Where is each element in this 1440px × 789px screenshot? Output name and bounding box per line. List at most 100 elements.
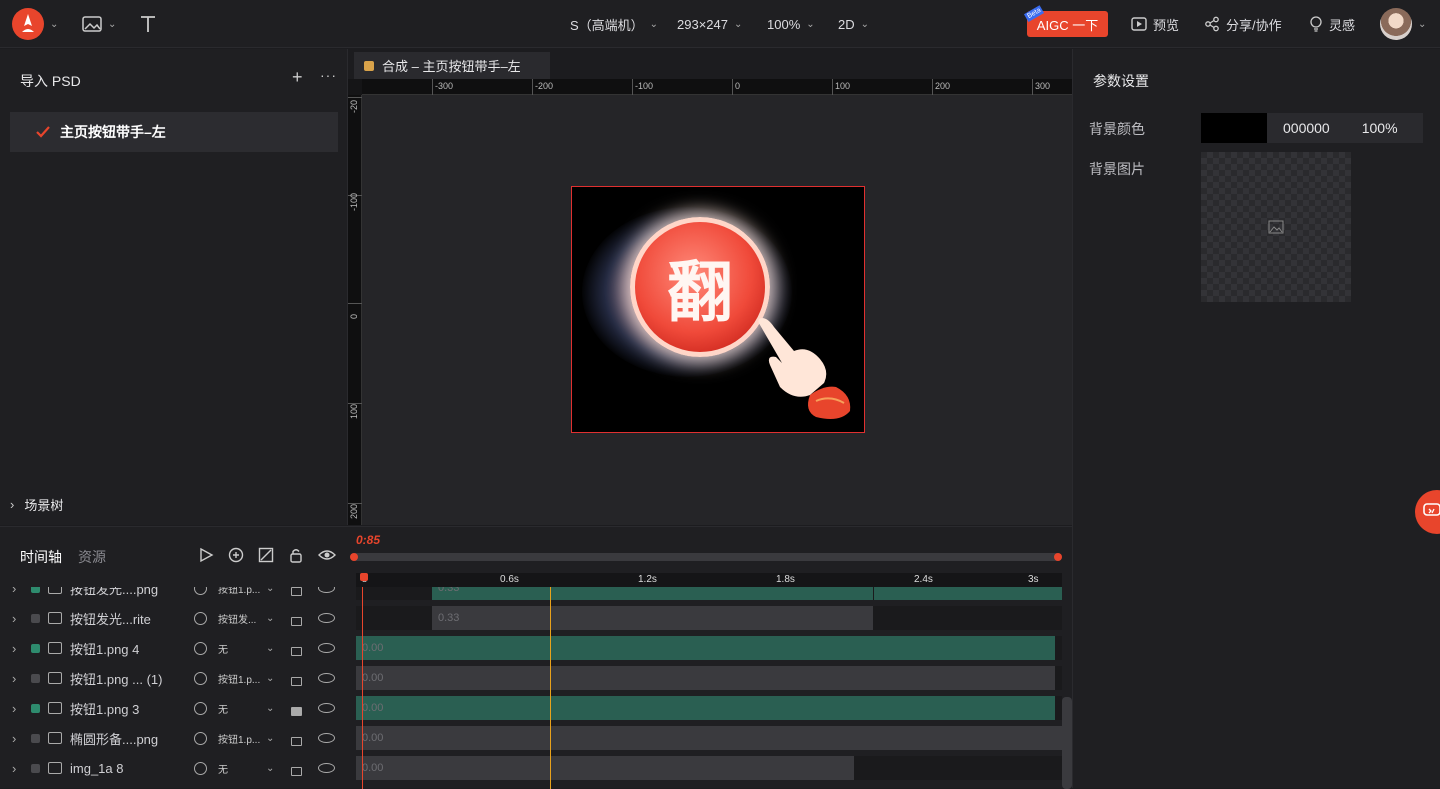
share-button[interactable]: 分享/协作 xyxy=(1204,0,1282,48)
layer-name[interactable]: 按钮发光....png xyxy=(70,587,190,598)
inspire-button[interactable]: 灵感 xyxy=(1309,0,1355,48)
layer-name[interactable]: 按钮发光...rite xyxy=(70,609,190,628)
lock-icon[interactable] xyxy=(291,737,302,746)
logo-menu[interactable]: ⌄ xyxy=(12,0,58,48)
scrubber-end-handle[interactable] xyxy=(1054,553,1062,561)
blend-select[interactable]: 按钮1.p... xyxy=(218,671,268,686)
layer-name[interactable]: img_1a 8 xyxy=(70,761,190,776)
playhead-line[interactable] xyxy=(550,587,551,789)
chevron-down-icon[interactable]: ⌄ xyxy=(266,587,274,594)
track-clip[interactable]: 0.33 xyxy=(432,606,873,630)
blend-select[interactable]: 无 xyxy=(218,761,268,776)
add-keyframe-icon[interactable] xyxy=(228,547,244,563)
blend-select[interactable]: 按钮1.p... xyxy=(218,731,268,746)
add-icon[interactable]: + xyxy=(292,67,303,88)
chevron-down-icon[interactable]: ⌄ xyxy=(266,733,274,744)
eye-icon[interactable] xyxy=(318,547,336,563)
layer-name[interactable]: 按钮1.png 4 xyxy=(70,639,190,658)
layer-row[interactable]: › 按钮1.png ... (1) 按钮1.p... ⌄ xyxy=(0,663,348,693)
tab-timeline[interactable]: 时间轴 xyxy=(20,547,62,567)
blend-select[interactable]: 按钮1.p... xyxy=(218,587,268,596)
lock-icon[interactable] xyxy=(291,707,302,716)
blend-select[interactable]: 无 xyxy=(218,641,268,656)
aigc-button[interactable]: AIGC 一下 Beta xyxy=(1023,5,1108,37)
layer-row[interactable]: › img_1a 8 无 ⌄ xyxy=(0,753,348,783)
play-icon[interactable] xyxy=(198,547,214,563)
layer-row[interactable]: › 按钮1.png 3 无 ⌄ xyxy=(0,693,348,723)
zoom-select[interactable]: 100% ⌄ xyxy=(767,0,815,48)
eye-icon[interactable] xyxy=(318,733,335,743)
track-clip[interactable]: 0.00 xyxy=(356,636,1055,660)
vertical-scrollbar[interactable] xyxy=(1062,697,1072,789)
image-menu[interactable]: ⌄ xyxy=(82,0,116,48)
bg-color-field[interactable]: 000000 100% xyxy=(1201,113,1423,143)
lock-icon[interactable] xyxy=(291,677,302,686)
chevron-right-icon[interactable]: › xyxy=(12,731,16,746)
chevron-right-icon[interactable]: › xyxy=(12,587,16,596)
chevron-down-icon[interactable]: ⌄ xyxy=(266,763,274,774)
parent-link-icon[interactable] xyxy=(194,731,207,745)
chevron-right-icon[interactable]: › xyxy=(12,641,16,656)
blend-select[interactable]: 无 xyxy=(218,701,268,716)
preview-button[interactable]: 预览 xyxy=(1131,0,1179,48)
chevron-right-icon[interactable]: › xyxy=(12,701,16,716)
track-clip[interactable]: 0.00 xyxy=(356,756,854,780)
track-clip[interactable]: 0.00 xyxy=(356,726,1062,750)
bg-image-upload[interactable] xyxy=(1201,152,1351,302)
color-hex[interactable]: 000000 xyxy=(1283,120,1330,136)
clip-divider xyxy=(873,587,874,600)
scene-tree-toggle[interactable]: › 场景树 xyxy=(10,495,63,514)
more-icon[interactable]: ··· xyxy=(320,67,337,83)
eye-icon[interactable] xyxy=(318,763,335,773)
layer-row[interactable]: › 按钮发光...rite 按钮发... ⌄ xyxy=(0,603,348,633)
eye-icon[interactable] xyxy=(318,673,335,683)
chevron-right-icon[interactable]: › xyxy=(12,611,16,626)
blend-select[interactable]: 按钮发... xyxy=(218,611,268,626)
lock-icon[interactable] xyxy=(291,587,302,596)
mode-select[interactable]: 2D ⌄ xyxy=(838,0,869,48)
layer-name[interactable]: 按钮1.png ... (1) xyxy=(70,669,190,688)
layer-name[interactable]: 椭圆形备....png xyxy=(70,729,190,748)
chevron-down-icon[interactable]: ⌄ xyxy=(266,703,274,714)
track-clip[interactable]: 0.33 xyxy=(432,587,1062,600)
parent-link-icon[interactable] xyxy=(194,611,207,625)
eye-icon[interactable] xyxy=(318,643,335,653)
color-swatch[interactable] xyxy=(1201,113,1267,143)
easing-icon[interactable] xyxy=(258,547,274,563)
chevron-down-icon[interactable]: ⌄ xyxy=(266,673,274,684)
playhead-start-marker[interactable] xyxy=(360,573,368,581)
lock-icon[interactable] xyxy=(291,617,302,626)
parent-link-icon[interactable] xyxy=(194,701,207,715)
lock-icon[interactable] xyxy=(291,647,302,656)
eye-icon[interactable] xyxy=(318,587,335,593)
layer-row[interactable]: › 按钮1.png 4 无 ⌄ xyxy=(0,633,348,663)
track-clip[interactable]: 0.00 xyxy=(356,696,1055,720)
layer-row[interactable]: › 椭圆形备....png 按钮1.p... ⌄ xyxy=(0,723,348,753)
eye-icon[interactable] xyxy=(318,613,335,623)
layer-name[interactable]: 按钮1.png 3 xyxy=(70,699,190,718)
parent-link-icon[interactable] xyxy=(194,671,207,685)
scrubber-start-handle[interactable] xyxy=(350,553,358,561)
eye-icon[interactable] xyxy=(318,703,335,713)
user-menu[interactable]: ⌄ xyxy=(1380,0,1426,48)
chevron-down-icon[interactable]: ⌄ xyxy=(266,613,274,624)
chevron-down-icon[interactable]: ⌄ xyxy=(266,643,274,654)
track-clip[interactable]: 0.00 xyxy=(356,666,1055,690)
parent-link-icon[interactable] xyxy=(194,587,207,595)
parent-link-icon[interactable] xyxy=(194,641,207,655)
layer-row[interactable]: › 按钮发光....png 按钮1.p... ⌄ xyxy=(0,587,348,603)
resolution-select[interactable]: S（高端机） ⌄ xyxy=(570,0,658,48)
artboard[interactable]: 翻 xyxy=(571,186,865,433)
chevron-right-icon[interactable]: › xyxy=(12,671,16,686)
parent-link-icon[interactable] xyxy=(194,761,207,775)
psd-file-item[interactable]: 主页按钮带手–左 xyxy=(10,112,338,152)
lock-icon[interactable] xyxy=(288,547,304,563)
text-tool[interactable] xyxy=(138,0,158,48)
scrubber-bar[interactable] xyxy=(350,553,1062,561)
color-opacity[interactable]: 100% xyxy=(1362,120,1398,136)
tab-composition[interactable]: 合成 – 主页按钮带手–左 xyxy=(354,52,550,79)
lock-icon[interactable] xyxy=(291,767,302,776)
chevron-right-icon[interactable]: › xyxy=(12,761,16,776)
tab-assets[interactable]: 资源 xyxy=(78,547,106,567)
size-select[interactable]: 293×247 ⌄ xyxy=(677,0,742,48)
